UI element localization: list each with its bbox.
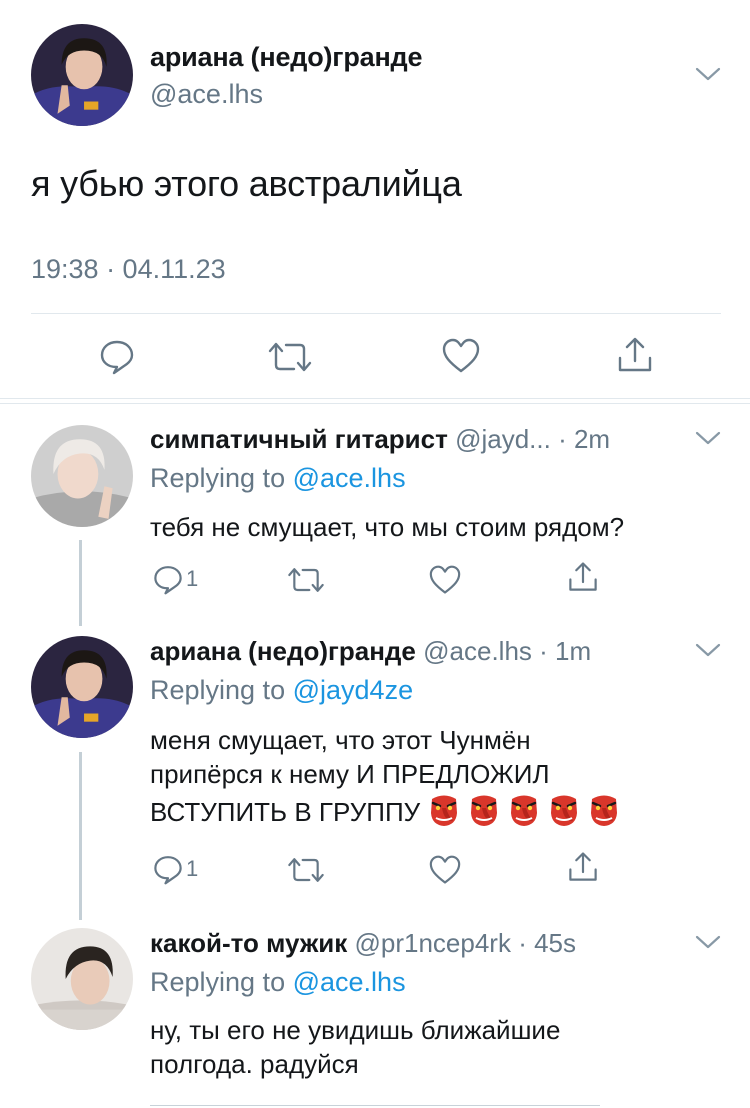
reply-text-line-3: ВСТУПИТЬ В ГРУППУ (150, 797, 421, 827)
reply-count: 1 (186, 856, 199, 881)
like-button[interactable] (428, 855, 462, 885)
like-icon (429, 565, 461, 594)
retweet-icon (288, 858, 324, 882)
tengu-mask-icon (591, 795, 618, 826)
replying-to: Replying to @ace.lhs (150, 463, 406, 494)
reply-avatar[interactable] (31, 636, 133, 738)
reply-author-name[interactable]: ариана (недо)гранде (150, 636, 416, 666)
reply-text-line: ну, ты его не увидишь ближайшие (150, 1015, 561, 1045)
chevron-down-icon[interactable] (695, 642, 721, 658)
retweet-button[interactable] (268, 339, 312, 375)
reply-button[interactable]: 1 (152, 853, 198, 885)
reply-button[interactable] (98, 337, 136, 375)
divider (31, 313, 721, 314)
reply-header: симпатичный гитарист @jayd... · 2m (150, 424, 610, 455)
reply-avatar[interactable] (31, 928, 133, 1030)
reply-text-line: ВСТУПИТЬ В ГРУППУ (150, 791, 622, 829)
replying-prefix: Replying to (150, 967, 286, 997)
mention-link[interactable]: @ace.lhs (293, 967, 406, 997)
share-button[interactable] (567, 561, 599, 593)
tengu-mask-icon (511, 795, 538, 826)
reply-age: · 45s (518, 928, 577, 958)
divider (150, 1105, 600, 1106)
like-icon (442, 338, 480, 373)
reply-avatar[interactable] (31, 425, 133, 527)
main-avatar[interactable] (31, 24, 133, 126)
share-button[interactable] (616, 336, 654, 374)
retweet-icon (288, 568, 324, 592)
reply-text: меня смущает, что этот Чунмён припёрся к… (150, 723, 622, 829)
like-button[interactable] (441, 338, 481, 374)
replying-to: Replying to @jayd4ze (150, 675, 413, 706)
like-button[interactable] (428, 565, 462, 595)
reply-count: 1 (186, 566, 199, 591)
share-icon (569, 562, 597, 591)
retweet-button[interactable] (287, 565, 325, 595)
replying-prefix: Replying to (150, 675, 286, 705)
reply-author-name[interactable]: симпатичный гитарист (150, 424, 448, 454)
retweet-button[interactable] (287, 855, 325, 885)
divider (0, 403, 750, 404)
reply-text-line: припёрся к нему И ПРЕДЛОЖИЛ (150, 759, 550, 789)
reply-header: какой-то мужик @pr1ncep4rk · 45s (150, 928, 576, 959)
main-tweet-text: я убью этого австралийца (31, 163, 462, 204)
main-author-handle[interactable]: @ace.lhs (150, 79, 263, 110)
reply-icon (154, 566, 182, 595)
thread-line (79, 752, 82, 920)
reply-text: тебя не смущает, что мы стоим рядом? (150, 512, 625, 542)
share-button[interactable] (567, 851, 599, 883)
main-author-name[interactable]: ариана (недо)гранде (150, 42, 423, 73)
reply-text: ну, ты его не увидишь ближайшие полгода.… (150, 1013, 560, 1081)
tengu-mask-icon (431, 795, 458, 826)
main-tweet-timestamp: 19:38 · 04.11.23 (31, 254, 226, 284)
reply-author-name[interactable]: какой-то мужик (150, 928, 347, 958)
replying-to: Replying to @ace.lhs (150, 967, 406, 998)
share-icon (618, 337, 652, 372)
divider (0, 398, 750, 399)
replying-prefix: Replying to (150, 463, 286, 493)
reply-age: · 1m (539, 636, 592, 666)
share-icon (569, 852, 597, 881)
reply-author-handle[interactable]: @pr1ncep4rk (355, 928, 511, 958)
thread-line (79, 540, 82, 626)
emoji-group (426, 791, 622, 827)
reply-button[interactable]: 1 (152, 563, 198, 595)
tengu-mask-icon (471, 795, 498, 826)
retweet-icon (268, 342, 312, 372)
reply-author-handle[interactable]: @ace.lhs (423, 636, 532, 666)
reply-header: ариана (недо)гранде @ace.lhs · 1m (150, 636, 591, 667)
mention-link[interactable]: @jayd4ze (293, 675, 413, 705)
reply-age: · 2m (558, 424, 611, 454)
reply-icon (154, 856, 182, 885)
reply-icon (100, 340, 134, 375)
chevron-down-icon[interactable] (695, 934, 721, 950)
like-icon (429, 855, 461, 884)
chevron-down-icon[interactable] (695, 430, 721, 446)
mention-link[interactable]: @ace.lhs (293, 463, 406, 493)
chevron-down-icon[interactable] (695, 66, 721, 82)
reply-text-line: полгода. радуйся (150, 1049, 359, 1079)
reply-text-line: меня смущает, что этот Чунмён (150, 725, 531, 755)
reply-author-handle[interactable]: @jayd... (455, 424, 551, 454)
tengu-mask-icon (551, 795, 578, 826)
